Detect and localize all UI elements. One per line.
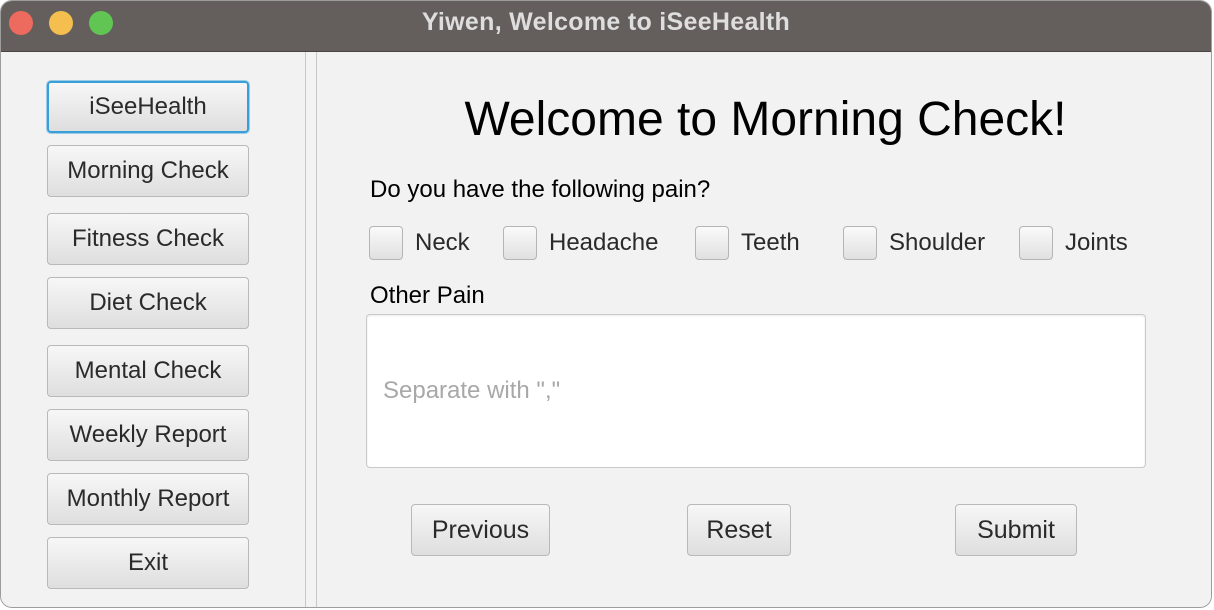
sidebar-item-mental-check[interactable]: Mental Check bbox=[47, 345, 249, 397]
checkbox-neck[interactable]: Neck bbox=[369, 225, 470, 261]
checkbox-teeth[interactable]: Teeth bbox=[695, 225, 800, 261]
main-content: Welcome to Morning Check! Do you have th… bbox=[318, 52, 1211, 607]
app-window: Yiwen, Welcome to iSeeHealth iSeeHealth … bbox=[0, 0, 1212, 608]
sidebar-item-diet-check[interactable]: Diet Check bbox=[47, 277, 249, 329]
sidebar-item-monthly-report[interactable]: Monthly Report bbox=[47, 473, 249, 525]
checkbox-label: Neck bbox=[415, 229, 470, 256]
previous-button[interactable]: Previous bbox=[411, 504, 550, 556]
sidebar-item-weekly-report[interactable]: Weekly Report bbox=[47, 409, 249, 461]
window-title: Yiwen, Welcome to iSeeHealth bbox=[421, 8, 791, 36]
reset-button[interactable]: Reset bbox=[687, 504, 791, 556]
pain-question: Do you have the following pain? bbox=[370, 176, 711, 203]
sidebar-item-fitness-check[interactable]: Fitness Check bbox=[47, 213, 249, 265]
title-bar[interactable]: Yiwen, Welcome to iSeeHealth bbox=[1, 1, 1211, 52]
other-pain-placeholder: Separate with "," bbox=[383, 377, 561, 404]
checkbox-box[interactable] bbox=[503, 226, 537, 260]
checkbox-box[interactable] bbox=[1019, 226, 1053, 260]
checkbox-joints[interactable]: Joints bbox=[1019, 225, 1128, 261]
checkbox-label: Headache bbox=[549, 229, 659, 256]
checkbox-box[interactable] bbox=[843, 226, 877, 260]
sidebar-item-morning-check[interactable]: Morning Check bbox=[47, 145, 249, 197]
split-pane-divider[interactable] bbox=[305, 52, 317, 607]
sidebar-item-iseehealth[interactable]: iSeeHealth bbox=[47, 81, 249, 133]
submit-button[interactable]: Submit bbox=[955, 504, 1077, 556]
checkbox-label: Teeth bbox=[741, 229, 800, 256]
checkbox-headache[interactable]: Headache bbox=[503, 225, 658, 261]
checkbox-label: Shoulder bbox=[889, 229, 986, 256]
checkbox-box[interactable] bbox=[695, 226, 729, 260]
checkbox-box[interactable] bbox=[369, 226, 403, 260]
checkbox-shoulder[interactable]: Shoulder bbox=[843, 225, 985, 261]
other-pain-label: Other Pain bbox=[370, 282, 485, 309]
sidebar: iSeeHealth Morning Check Fitness Check D… bbox=[1, 52, 305, 607]
page-title: Welcome to Morning Check! bbox=[464, 93, 1067, 146]
checkbox-label: Joints bbox=[1065, 229, 1128, 256]
other-pain-textarea[interactable]: Separate with "," bbox=[366, 314, 1146, 468]
sidebar-item-exit[interactable]: Exit bbox=[47, 537, 249, 589]
